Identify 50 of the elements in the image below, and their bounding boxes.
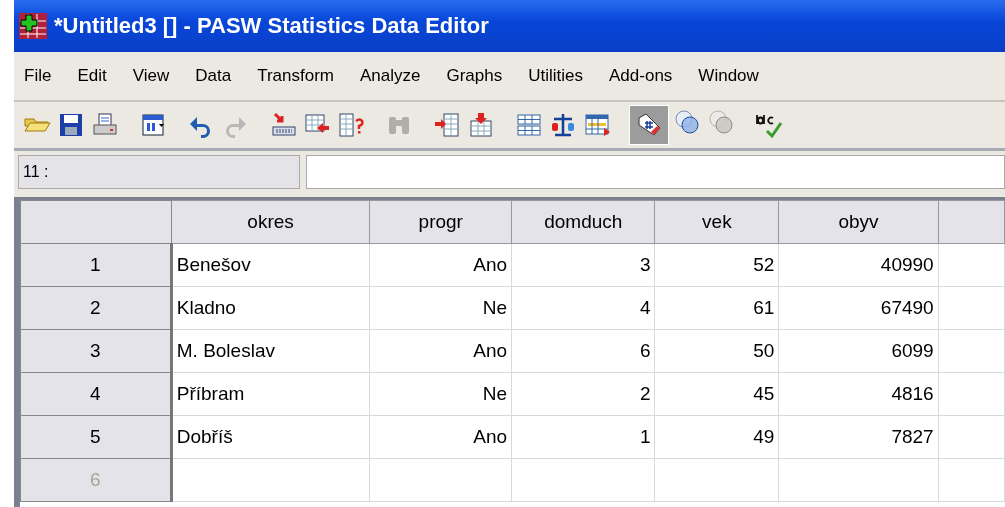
- table-cell: Ano: [369, 415, 512, 459]
- row-header[interactable]: 4: [20, 372, 172, 416]
- table-cell: 52: [654, 243, 779, 287]
- table-cell: 67490: [778, 286, 939, 330]
- table-cell: 7827: [778, 415, 939, 459]
- table-cell: Ne: [369, 286, 512, 330]
- table-cell: Kladno: [171, 286, 370, 330]
- row-header[interactable]: 3: [20, 329, 172, 373]
- table-cell: Ne: [369, 372, 512, 416]
- menu-item[interactable]: Utilities: [518, 66, 596, 86]
- table-cell: Benešov: [171, 243, 370, 287]
- cell-reference: 11 :: [18, 155, 300, 189]
- tag-icon[interactable]: [630, 106, 668, 144]
- menu-item[interactable]: Transform: [247, 66, 346, 86]
- table-cell: 4816: [778, 372, 939, 416]
- table-cell: 50: [654, 329, 779, 373]
- table-cell: Příbram: [171, 372, 370, 416]
- table-cell: M. Boleslav: [171, 329, 370, 373]
- row-header[interactable]: 1: [20, 243, 172, 287]
- cell-editor-field[interactable]: [306, 155, 1005, 189]
- table-cell: Ano: [369, 329, 512, 373]
- column-header[interactable]: vek: [654, 200, 779, 244]
- menu-item[interactable]: Data: [185, 66, 244, 86]
- table-cell: 6: [511, 329, 655, 373]
- column-header[interactable]: progr: [369, 200, 512, 244]
- menu-item[interactable]: Window: [688, 66, 771, 86]
- table-cell: 2: [511, 372, 655, 416]
- table-cell: 1: [511, 415, 655, 459]
- column-header[interactable]: okres: [171, 200, 370, 244]
- row-header[interactable]: 5: [20, 415, 172, 459]
- menu-item[interactable]: View: [122, 66, 182, 86]
- menu-item[interactable]: Analyze: [350, 66, 433, 86]
- table-cell: 40990: [778, 243, 939, 287]
- table-cell: 49: [654, 415, 779, 459]
- row-header[interactable]: 2: [20, 286, 172, 330]
- column-header[interactable]: domduch: [511, 200, 655, 244]
- window-title: *Untitled3 [] - PASW Statistics Data Editor: [54, 13, 489, 39]
- table-cell: 4: [511, 286, 655, 330]
- table-cell: Ano: [369, 243, 512, 287]
- table-cell: Dobříš: [171, 415, 370, 459]
- table-cell: 45: [654, 372, 779, 416]
- app-icon: [18, 12, 48, 40]
- menu-item[interactable]: File: [14, 66, 64, 86]
- table-cell: 3: [511, 243, 655, 287]
- menu-item[interactable]: Graphs: [436, 66, 515, 86]
- menu-item[interactable]: Edit: [67, 66, 119, 86]
- column-header[interactable]: obyv: [778, 200, 939, 244]
- menu-item[interactable]: Add-ons: [599, 66, 685, 86]
- table-cell: 6099: [778, 329, 939, 373]
- table-cell: 61: [654, 286, 779, 330]
